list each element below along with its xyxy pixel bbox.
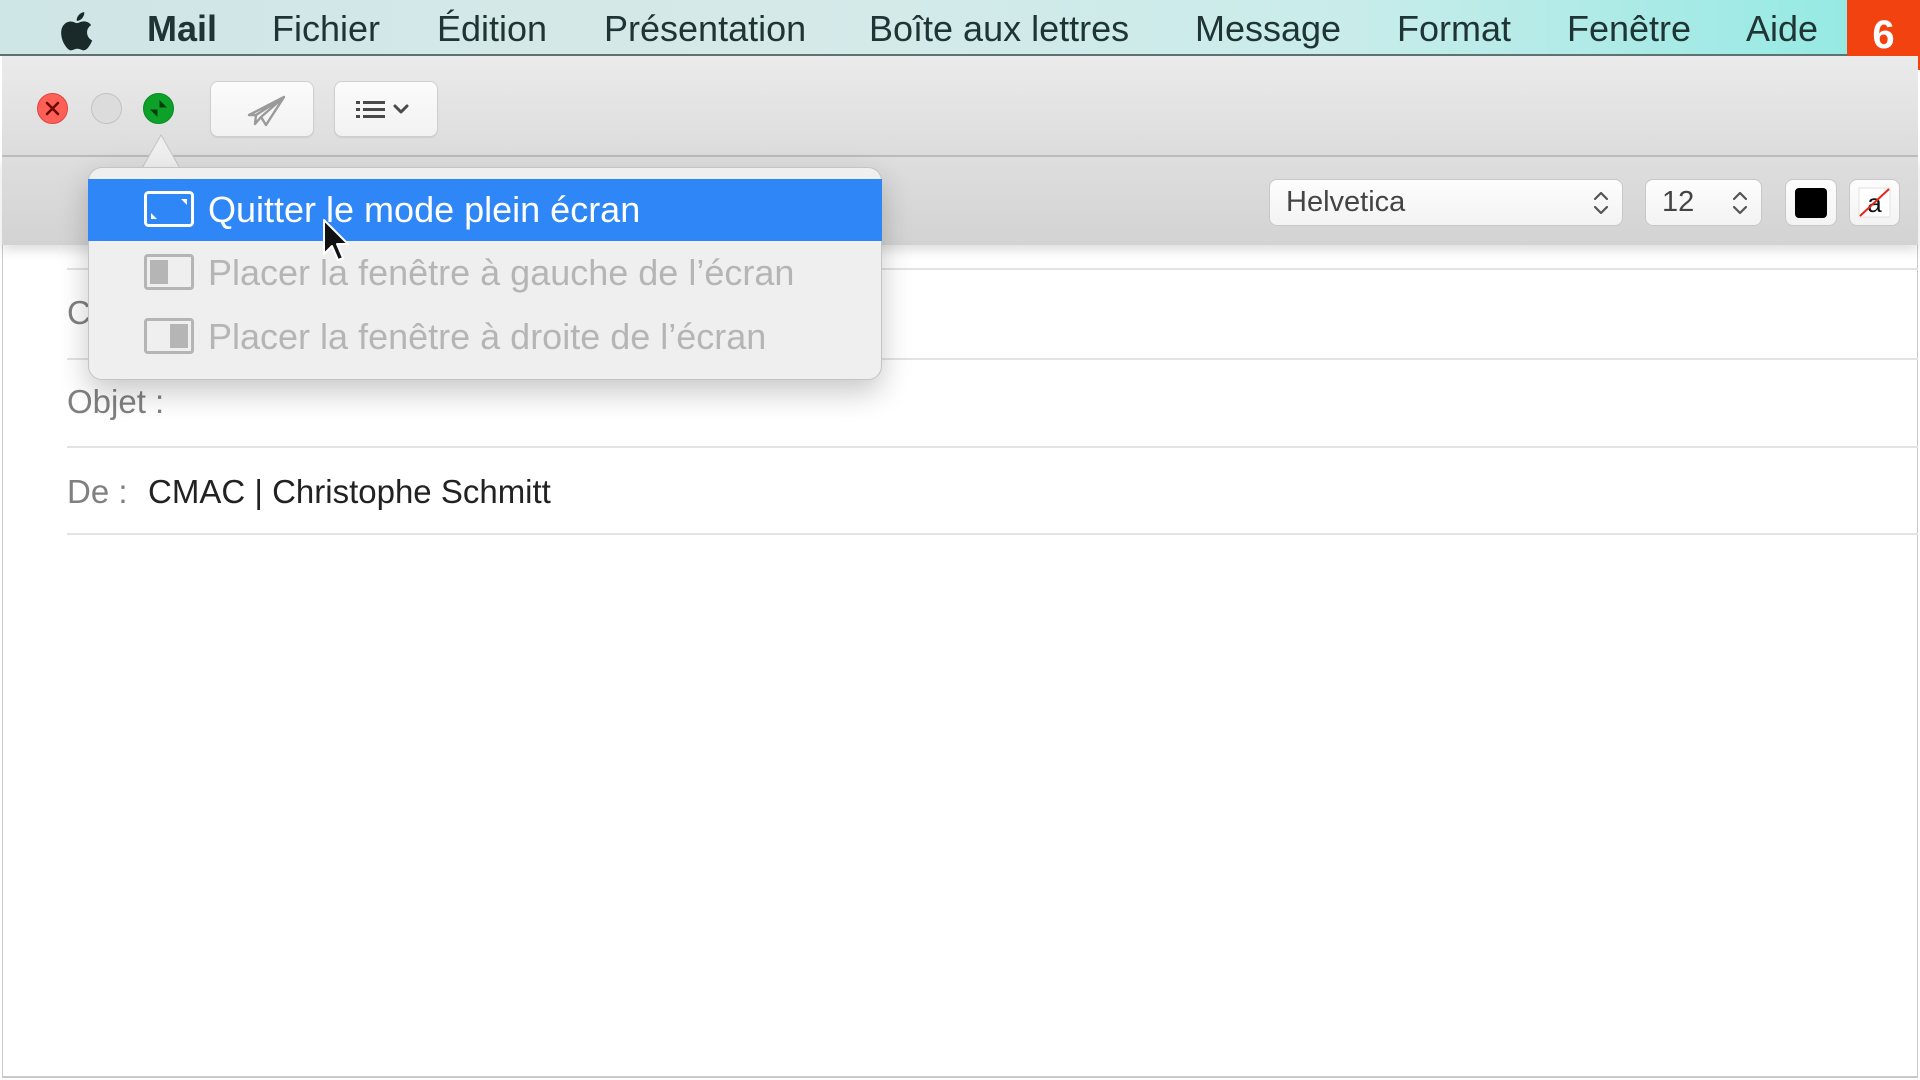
menu-mail[interactable]: Mail — [147, 0, 217, 56]
header-divider — [67, 446, 1918, 448]
tile-left-icon — [144, 254, 194, 290]
menu-fenetre[interactable]: Fenêtre — [1567, 0, 1691, 56]
menu-item-exit-fullscreen[interactable]: Quitter le mode plein écran — [88, 179, 882, 241]
stepper-arrows-icon — [1732, 191, 1748, 215]
header-divider — [67, 533, 1918, 535]
menu-fichier[interactable]: Fichier — [272, 0, 380, 56]
background-color-well[interactable]: a — [1849, 179, 1900, 226]
paper-plane-icon — [247, 95, 286, 127]
text-color-well[interactable] — [1785, 179, 1837, 226]
menu-bar: Mail Fichier Édition Présentation Boîte … — [0, 0, 1920, 56]
exit-fullscreen-icon — [150, 100, 167, 117]
from-account-select[interactable]: CMAC | Christophe Schmitt — [148, 473, 551, 511]
menu-item-label: Placer la fenêtre à gauche de l’écran — [208, 252, 795, 293]
tile-right-icon — [144, 318, 194, 354]
menu-aide[interactable]: Aide — [1746, 0, 1818, 56]
send-button[interactable] — [210, 81, 314, 137]
subject-field-label: Objet : — [67, 383, 165, 420]
menu-item-label: Placer la fenêtre à droite de l’écran — [208, 316, 767, 357]
menu-item-label: Quitter le mode plein écran — [208, 189, 641, 230]
font-family-value: Helvetica — [1286, 186, 1406, 218]
apple-logo-icon[interactable] — [58, 11, 94, 51]
font-family-select[interactable]: Helvetica — [1269, 179, 1623, 226]
font-size-value: 12 — [1662, 186, 1695, 218]
close-window-button[interactable] — [37, 93, 68, 124]
menu-presentation[interactable]: Présentation — [604, 0, 806, 56]
minimize-window-button[interactable] — [91, 93, 122, 124]
list-chevron-icon — [356, 101, 409, 118]
no-background-color-icon: a — [1858, 187, 1891, 218]
message-body-editor[interactable] — [67, 545, 1907, 1065]
menu-edition[interactable]: Édition — [437, 0, 547, 56]
color-swatch — [1795, 188, 1827, 218]
subject-input[interactable] — [180, 372, 1880, 442]
menu-boite-aux-lettres[interactable]: Boîte aux lettres — [869, 0, 1129, 56]
close-icon — [45, 101, 60, 116]
menu-item-tile-left: Placer la fenêtre à gauche de l’écran — [88, 242, 882, 304]
font-size-select[interactable]: 12 — [1645, 179, 1762, 226]
menu-message[interactable]: Message — [1195, 0, 1341, 56]
header-fields-button[interactable] — [334, 81, 438, 137]
menu-item-tile-right: Placer la fenêtre à droite de l’écran — [88, 306, 882, 368]
stepper-arrows-icon — [1593, 191, 1609, 215]
from-field-label: De : — [67, 473, 128, 510]
zoom-fullscreen-button[interactable] — [143, 93, 174, 124]
menu-format[interactable]: Format — [1397, 0, 1511, 56]
popup-arrow — [141, 134, 181, 170]
mouse-pointer-icon — [323, 219, 349, 261]
exit-fullscreen-icon — [144, 191, 194, 227]
